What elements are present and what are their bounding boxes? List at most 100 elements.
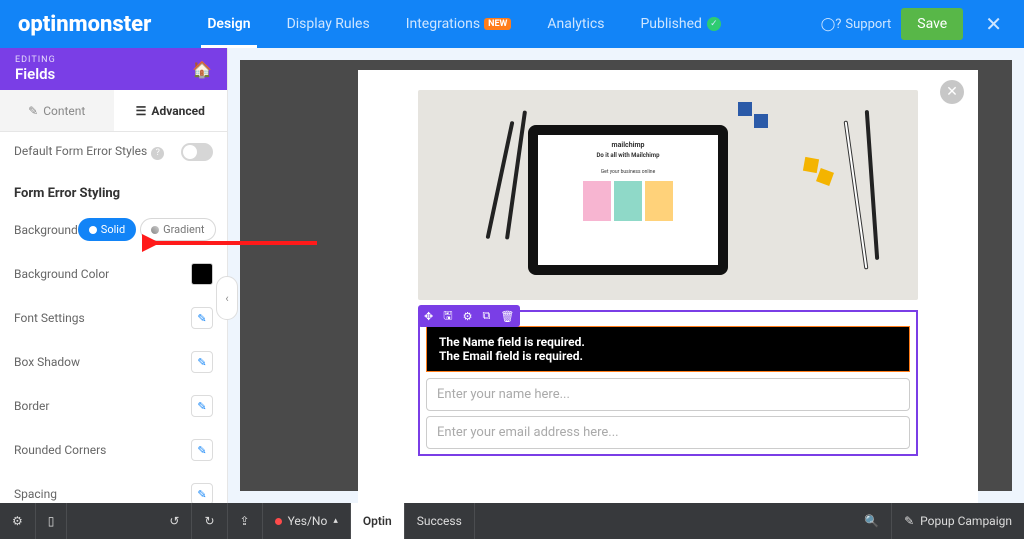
solid-button[interactable]: Solid bbox=[78, 218, 136, 241]
view-optin[interactable]: Optin bbox=[351, 503, 405, 539]
home-icon[interactable]: 🏠 bbox=[192, 60, 212, 79]
sidebar-header: EDITING Fields 🏠 bbox=[0, 48, 227, 90]
shadow-edit-button[interactable]: ✎ bbox=[191, 351, 213, 373]
background-row: Background Solid Gradient bbox=[14, 207, 213, 252]
sliders-icon: ☰ bbox=[136, 104, 147, 118]
canvas: ✕ mailchimp Do it all with Mailchimp Get… bbox=[228, 48, 1024, 503]
trash-icon[interactable]: 🗑 bbox=[500, 310, 514, 323]
color-swatch[interactable] bbox=[191, 263, 213, 285]
shadow-row: Box Shadow ✎ bbox=[14, 340, 213, 384]
tab-content[interactable]: ✎Content bbox=[0, 90, 114, 131]
default-error-toggle[interactable] bbox=[181, 143, 213, 161]
rounded-row: Rounded Corners ✎ bbox=[14, 428, 213, 472]
campaign-type[interactable]: ✎ Popup Campaign bbox=[892, 503, 1024, 539]
form-block[interactable]: ✥ 🖫 ⚙ ⧉ 🗑 The Name field is required. Th… bbox=[418, 310, 918, 456]
spacer bbox=[67, 503, 157, 539]
tab-display-rules[interactable]: Display Rules bbox=[269, 0, 388, 48]
move-icon[interactable]: ✥ bbox=[424, 310, 433, 323]
background-label: Background bbox=[14, 223, 78, 237]
logo-text: optinmonster bbox=[18, 12, 151, 37]
shadow-label: Box Shadow bbox=[14, 355, 80, 369]
pen-icon bbox=[865, 110, 879, 260]
sidebar-tabs: ✎Content ☰Advanced bbox=[0, 90, 227, 132]
error-box: The Name field is required. The Email fi… bbox=[426, 326, 910, 372]
spacer bbox=[475, 503, 852, 539]
spacing-label: Spacing bbox=[14, 487, 57, 501]
undo-icon: ↺ bbox=[169, 514, 179, 528]
email-input[interactable]: Enter your email address here... bbox=[426, 416, 910, 449]
redo-icon: ↻ bbox=[204, 514, 214, 528]
tablet-screen: mailchimp Do it all with Mailchimp Get y… bbox=[538, 135, 718, 265]
top-right: ◯?Support Save ✕ bbox=[821, 8, 1024, 40]
close-icon[interactable]: ✕ bbox=[973, 12, 1014, 36]
spacing-edit-button[interactable]: ✎ bbox=[191, 483, 213, 503]
rounded-edit-button[interactable]: ✎ bbox=[191, 439, 213, 461]
mobile-preview-button[interactable]: ▯ bbox=[36, 503, 68, 539]
error-line: The Name field is required. bbox=[439, 335, 897, 349]
sidebar-scroll[interactable]: Default Form Error Styles? Form Error St… bbox=[0, 132, 227, 503]
pencil-icon: ✎ bbox=[904, 514, 914, 528]
undo-button[interactable]: ↺ bbox=[157, 503, 192, 539]
gradient-button[interactable]: Gradient bbox=[140, 218, 215, 241]
search-icon: 🔍 bbox=[864, 514, 879, 528]
tab-analytics[interactable]: Analytics bbox=[529, 0, 622, 48]
rounded-label: Rounded Corners bbox=[14, 443, 106, 457]
background-segment: Solid Gradient bbox=[78, 218, 216, 241]
search-button[interactable]: 🔍 bbox=[852, 503, 892, 539]
logo: optinmonster bbox=[0, 12, 169, 37]
main-area: EDITING Fields 🏠 ✎Content ☰Advanced Defa… bbox=[0, 48, 1024, 503]
tab-design[interactable]: Design bbox=[189, 0, 268, 48]
help-icon: ◯? bbox=[821, 17, 842, 32]
tab-published[interactable]: Published ✓ bbox=[622, 0, 738, 48]
chevron-up-icon: ▴ bbox=[333, 516, 338, 526]
default-error-label: Default Form Error Styles bbox=[14, 144, 147, 158]
tablet-mock: mailchimp Do it all with Mailchimp Get y… bbox=[528, 125, 728, 275]
border-edit-button[interactable]: ✎ bbox=[191, 395, 213, 417]
border-label: Border bbox=[14, 399, 49, 413]
mailchimp-headline: Do it all with Mailchimp bbox=[544, 152, 712, 159]
save-button[interactable]: Save bbox=[901, 8, 963, 40]
new-badge: NEW bbox=[484, 18, 511, 30]
name-input[interactable]: Enter your name here... bbox=[426, 378, 910, 411]
export-icon: ⇪ bbox=[240, 514, 250, 528]
sidebar: EDITING Fields 🏠 ✎Content ☰Advanced Defa… bbox=[0, 48, 228, 503]
pen-icon bbox=[844, 120, 869, 269]
font-edit-button[interactable]: ✎ bbox=[191, 307, 213, 329]
help-icon[interactable]: ? bbox=[151, 147, 164, 160]
top-nav: Design Display Rules Integrations NEW An… bbox=[189, 0, 739, 48]
tab-integrations[interactable]: Integrations NEW bbox=[388, 0, 530, 48]
bottom-bar: ⚙ ▯ ↺ ↻ ⇪ Yes/No▴ Optin Success 🔍 ✎ Popu… bbox=[0, 503, 1024, 539]
view-success[interactable]: Success bbox=[405, 503, 475, 539]
sidebar-title: Fields bbox=[15, 65, 56, 83]
default-error-row: Default Form Error Styles? bbox=[14, 132, 213, 172]
redo-button[interactable]: ↻ bbox=[192, 503, 227, 539]
gear-icon[interactable]: ⚙ bbox=[463, 310, 473, 323]
hero-image: mailchimp Do it all with Mailchimp Get y… bbox=[418, 90, 918, 300]
bgcolor-row: Background Color bbox=[14, 252, 213, 296]
swatch-icon bbox=[803, 157, 819, 173]
font-row: Font Settings ✎ bbox=[14, 296, 213, 340]
top-bar: optinmonster Design Display Rules Integr… bbox=[0, 0, 1024, 48]
dot-icon bbox=[151, 226, 159, 234]
support-link[interactable]: ◯?Support bbox=[821, 17, 892, 32]
swatch-icon bbox=[816, 168, 834, 186]
collapse-sidebar-button[interactable]: ‹ bbox=[216, 276, 238, 320]
section-form-error: Form Error Styling bbox=[14, 172, 213, 207]
swatch-icon bbox=[754, 114, 768, 128]
view-yesno[interactable]: Yes/No▴ bbox=[263, 503, 351, 539]
popup-preview: ✕ mailchimp Do it all with Mailchimp Get… bbox=[358, 70, 978, 503]
tab-advanced[interactable]: ☰Advanced bbox=[114, 90, 228, 131]
dot-icon bbox=[89, 226, 97, 234]
bgcolor-label: Background Color bbox=[14, 267, 109, 281]
export-button[interactable]: ⇪ bbox=[228, 503, 263, 539]
error-line: The Email field is required. bbox=[439, 349, 897, 363]
border-row: Border ✎ bbox=[14, 384, 213, 428]
card-icon bbox=[614, 181, 642, 221]
font-label: Font Settings bbox=[14, 311, 85, 325]
mobile-icon: ▯ bbox=[48, 514, 55, 528]
popup-close-button[interactable]: ✕ bbox=[940, 80, 964, 104]
copy-icon[interactable]: ⧉ bbox=[482, 309, 490, 323]
check-icon: ✓ bbox=[707, 17, 721, 31]
save-block-icon[interactable]: 🖫 bbox=[443, 307, 452, 326]
settings-button[interactable]: ⚙ bbox=[0, 503, 36, 539]
